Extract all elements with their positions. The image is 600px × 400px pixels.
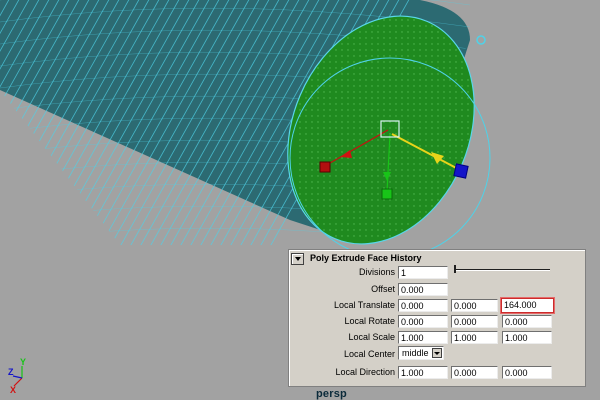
local-direction-x-field[interactable]: 1.000 bbox=[398, 366, 448, 379]
panel-title: Poly Extrude Face History bbox=[310, 253, 422, 263]
local-translate-x-field[interactable]: 0.000 bbox=[398, 299, 448, 312]
divisions-field[interactable]: 1 bbox=[398, 266, 448, 279]
local-rotate-z-field[interactable]: 0.000 bbox=[502, 315, 552, 328]
slider-thumb[interactable] bbox=[454, 265, 456, 273]
divisions-label: Divisions bbox=[358, 267, 395, 277]
local-direction-z-field[interactable]: 0.000 bbox=[502, 366, 552, 379]
axis-label-x: X bbox=[10, 385, 16, 395]
local-center-dropdown[interactable]: middle bbox=[398, 346, 444, 360]
local-translate-label: Local Translate bbox=[333, 300, 395, 310]
divisions-slider[interactable] bbox=[452, 264, 550, 274]
axis-orientation-gizmo: Y Z X bbox=[8, 357, 26, 395]
offset-field[interactable]: 0.000 bbox=[398, 283, 448, 296]
local-scale-label: Local Scale bbox=[348, 332, 395, 342]
dropdown-arrow-icon[interactable] bbox=[432, 348, 442, 358]
viewport-camera-name: persp bbox=[316, 388, 347, 400]
local-scale-y-field[interactable]: 1.000 bbox=[451, 331, 498, 344]
x-scale-handle[interactable] bbox=[319, 161, 331, 173]
y-scale-handle[interactable] bbox=[381, 188, 393, 200]
local-scale-x-field[interactable]: 1.000 bbox=[398, 331, 448, 344]
manipulator-toggle-handle[interactable] bbox=[476, 35, 486, 45]
local-scale-z-field[interactable]: 1.000 bbox=[502, 331, 552, 344]
local-rotate-label: Local Rotate bbox=[344, 316, 395, 326]
triangle-down-icon[interactable] bbox=[291, 253, 304, 265]
local-center-label: Local Center bbox=[343, 349, 395, 359]
local-translate-y-field[interactable]: 0.000 bbox=[451, 299, 498, 312]
local-center-value: middle bbox=[402, 348, 429, 358]
offset-label: Offset bbox=[371, 284, 395, 294]
local-translate-z-field[interactable]: 164.000 bbox=[501, 298, 554, 313]
z-scale-handle[interactable] bbox=[453, 163, 469, 179]
local-rotate-y-field[interactable]: 0.000 bbox=[451, 315, 498, 328]
axis-label-y: Y bbox=[20, 357, 26, 367]
axis-label-z: Z bbox=[8, 367, 14, 377]
local-rotate-x-field[interactable]: 0.000 bbox=[398, 315, 448, 328]
local-direction-y-field[interactable]: 0.000 bbox=[451, 366, 498, 379]
local-direction-label: Local Direction bbox=[335, 367, 395, 377]
